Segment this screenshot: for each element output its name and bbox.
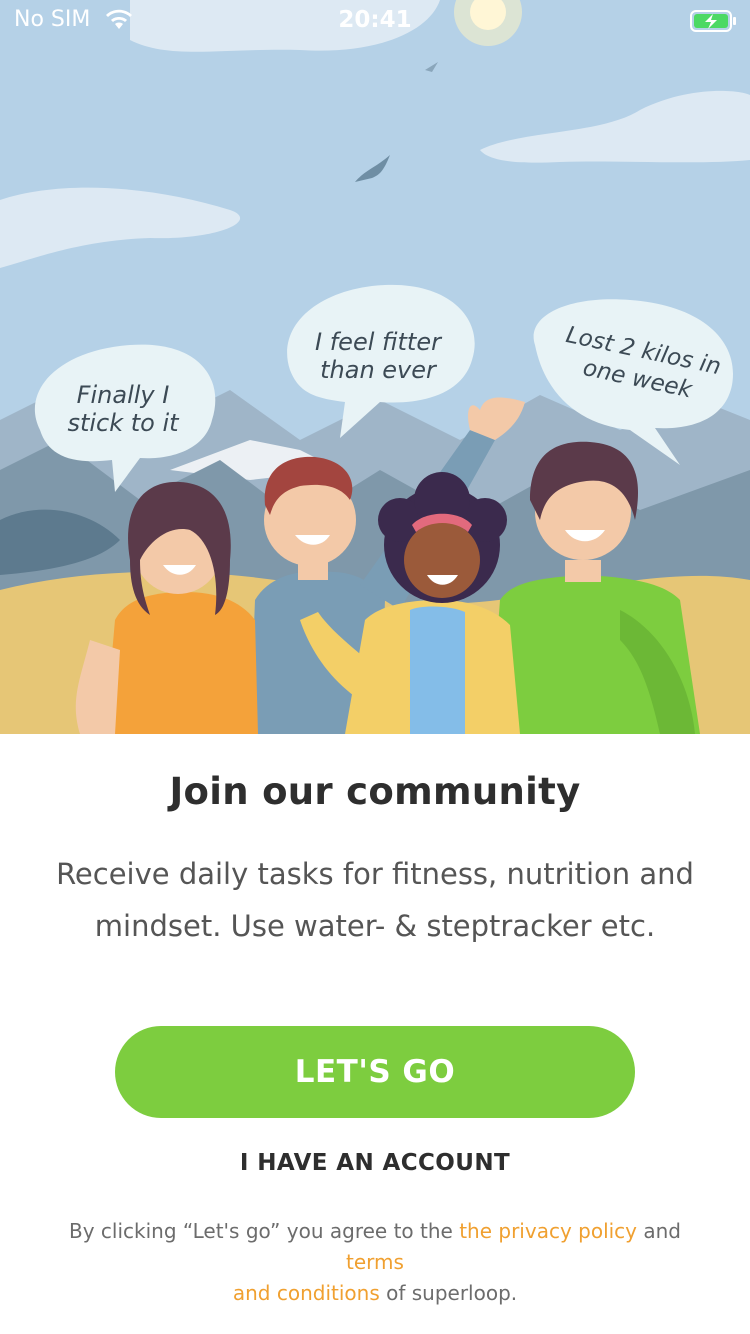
bubble-1-line2: stick to it — [67, 409, 180, 437]
community-illustration: Finally I stick to it I feel fitter than… — [0, 0, 750, 734]
privacy-policy-link[interactable]: the privacy policy — [459, 1219, 637, 1243]
terms-link-part2[interactable]: and conditions — [233, 1281, 380, 1305]
clock-time: 20:41 — [338, 7, 412, 33]
legal-notice: By clicking “Let's go” you agree to the … — [40, 1216, 710, 1309]
legal-suffix: of superloop. — [379, 1281, 518, 1305]
bubble-2-line2: than ever — [320, 356, 438, 384]
status-bar: No SIM 20:41 — [0, 0, 750, 40]
have-account-button[interactable]: I HAVE AN ACCOUNT — [0, 1150, 750, 1176]
hero-illustration: Finally I stick to it I feel fitter than… — [0, 0, 750, 734]
page-subtitle: Receive daily tasks for fitness, nutriti… — [50, 848, 700, 952]
bubble-2-line1: I feel fitter — [315, 328, 443, 356]
page-title: Join our community — [169, 770, 581, 813]
subtitle-line-1: Receive daily tasks for fitness, nutriti… — [56, 857, 694, 891]
terms-link-part1[interactable]: terms — [346, 1250, 404, 1274]
lets-go-button[interactable]: LET'S GO — [115, 1026, 635, 1118]
legal-middle: and — [637, 1219, 681, 1243]
subtitle-line-2: mindset. Use water- & steptracker etc. — [94, 909, 656, 943]
legal-prefix: By clicking “Let's go” you agree to the — [68, 1219, 460, 1243]
bubble-1-line1: Finally I — [77, 381, 170, 409]
battery-charging-icon — [690, 9, 738, 33]
